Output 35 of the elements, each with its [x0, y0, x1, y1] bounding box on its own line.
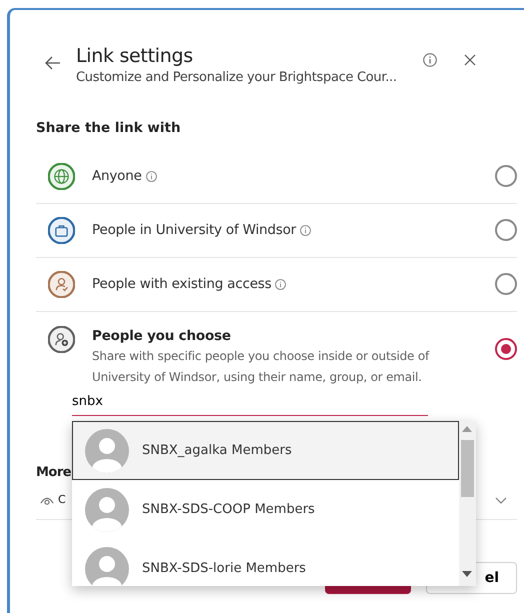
suggestion-name: SNBX-SDS-lorie Members	[142, 560, 306, 578]
scroll-up-icon[interactable]	[462, 426, 472, 432]
setting-label: C	[58, 492, 66, 508]
info-icon[interactable]	[146, 170, 157, 182]
scroll-thumb[interactable]	[461, 440, 474, 497]
scrollbar[interactable]	[459, 421, 476, 586]
radio-button[interactable]	[495, 219, 517, 242]
close-icon[interactable]	[464, 54, 476, 66]
radio-button[interactable]	[495, 165, 517, 188]
radio-button[interactable]	[495, 338, 517, 360]
option-label: Anyone	[92, 167, 142, 186]
suggestion-item[interactable]: SNBX-SDS-COOP Members	[72, 480, 459, 539]
search-field[interactable]: snbx	[72, 392, 428, 416]
option-description: Share with specific people you choose inside or outside of University of Windsor, using their name, group, or email.	[92, 348, 430, 386]
avatar-icon	[85, 428, 129, 472]
scroll-down-icon[interactable]	[462, 571, 472, 577]
chevron-icon[interactable]	[495, 497, 507, 504]
info-icon[interactable]	[422, 53, 437, 67]
option-label: People you choose	[92, 326, 231, 346]
radio-button[interactable]	[495, 273, 517, 296]
suggestion-item[interactable]: SNBX_agalka Members	[72, 421, 459, 480]
info-icon[interactable]	[300, 224, 312, 236]
suggestion-item[interactable]: SNBX-SDS-lorie Members	[72, 539, 459, 586]
back-icon[interactable]	[45, 56, 61, 70]
section-heading: More	[36, 464, 72, 482]
suggestion-name: SNBX_agalka Members	[142, 442, 292, 460]
avatar-icon	[85, 488, 129, 532]
dialog-title: Link settings	[76, 44, 194, 68]
eye-icon	[40, 496, 54, 505]
option-label: People in University of Windsor	[92, 221, 296, 240]
section-heading: Share the link with	[36, 118, 182, 138]
suggestion-name: SNBX-SDS-COOP Members	[142, 500, 315, 519]
option-label: People with existing access	[92, 275, 272, 294]
dialog-subtitle: Customize and Personalize your Brightspace Cour...	[76, 69, 397, 87]
info-icon[interactable]	[275, 278, 286, 290]
